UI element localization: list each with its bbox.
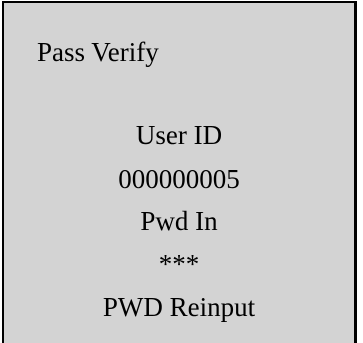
screen-title: Pass Verify — [37, 37, 159, 67]
password-field[interactable]: *** — [4, 249, 354, 279]
password-label: Pwd In — [140, 206, 218, 236]
device-screen: Pass Verify User ID 000000005 Pwd In ***… — [2, 1, 357, 343]
user-id-value: 000000005 — [118, 164, 240, 194]
user-id-label: User ID — [135, 120, 223, 150]
status-message: PWD Reinput — [102, 292, 256, 322]
